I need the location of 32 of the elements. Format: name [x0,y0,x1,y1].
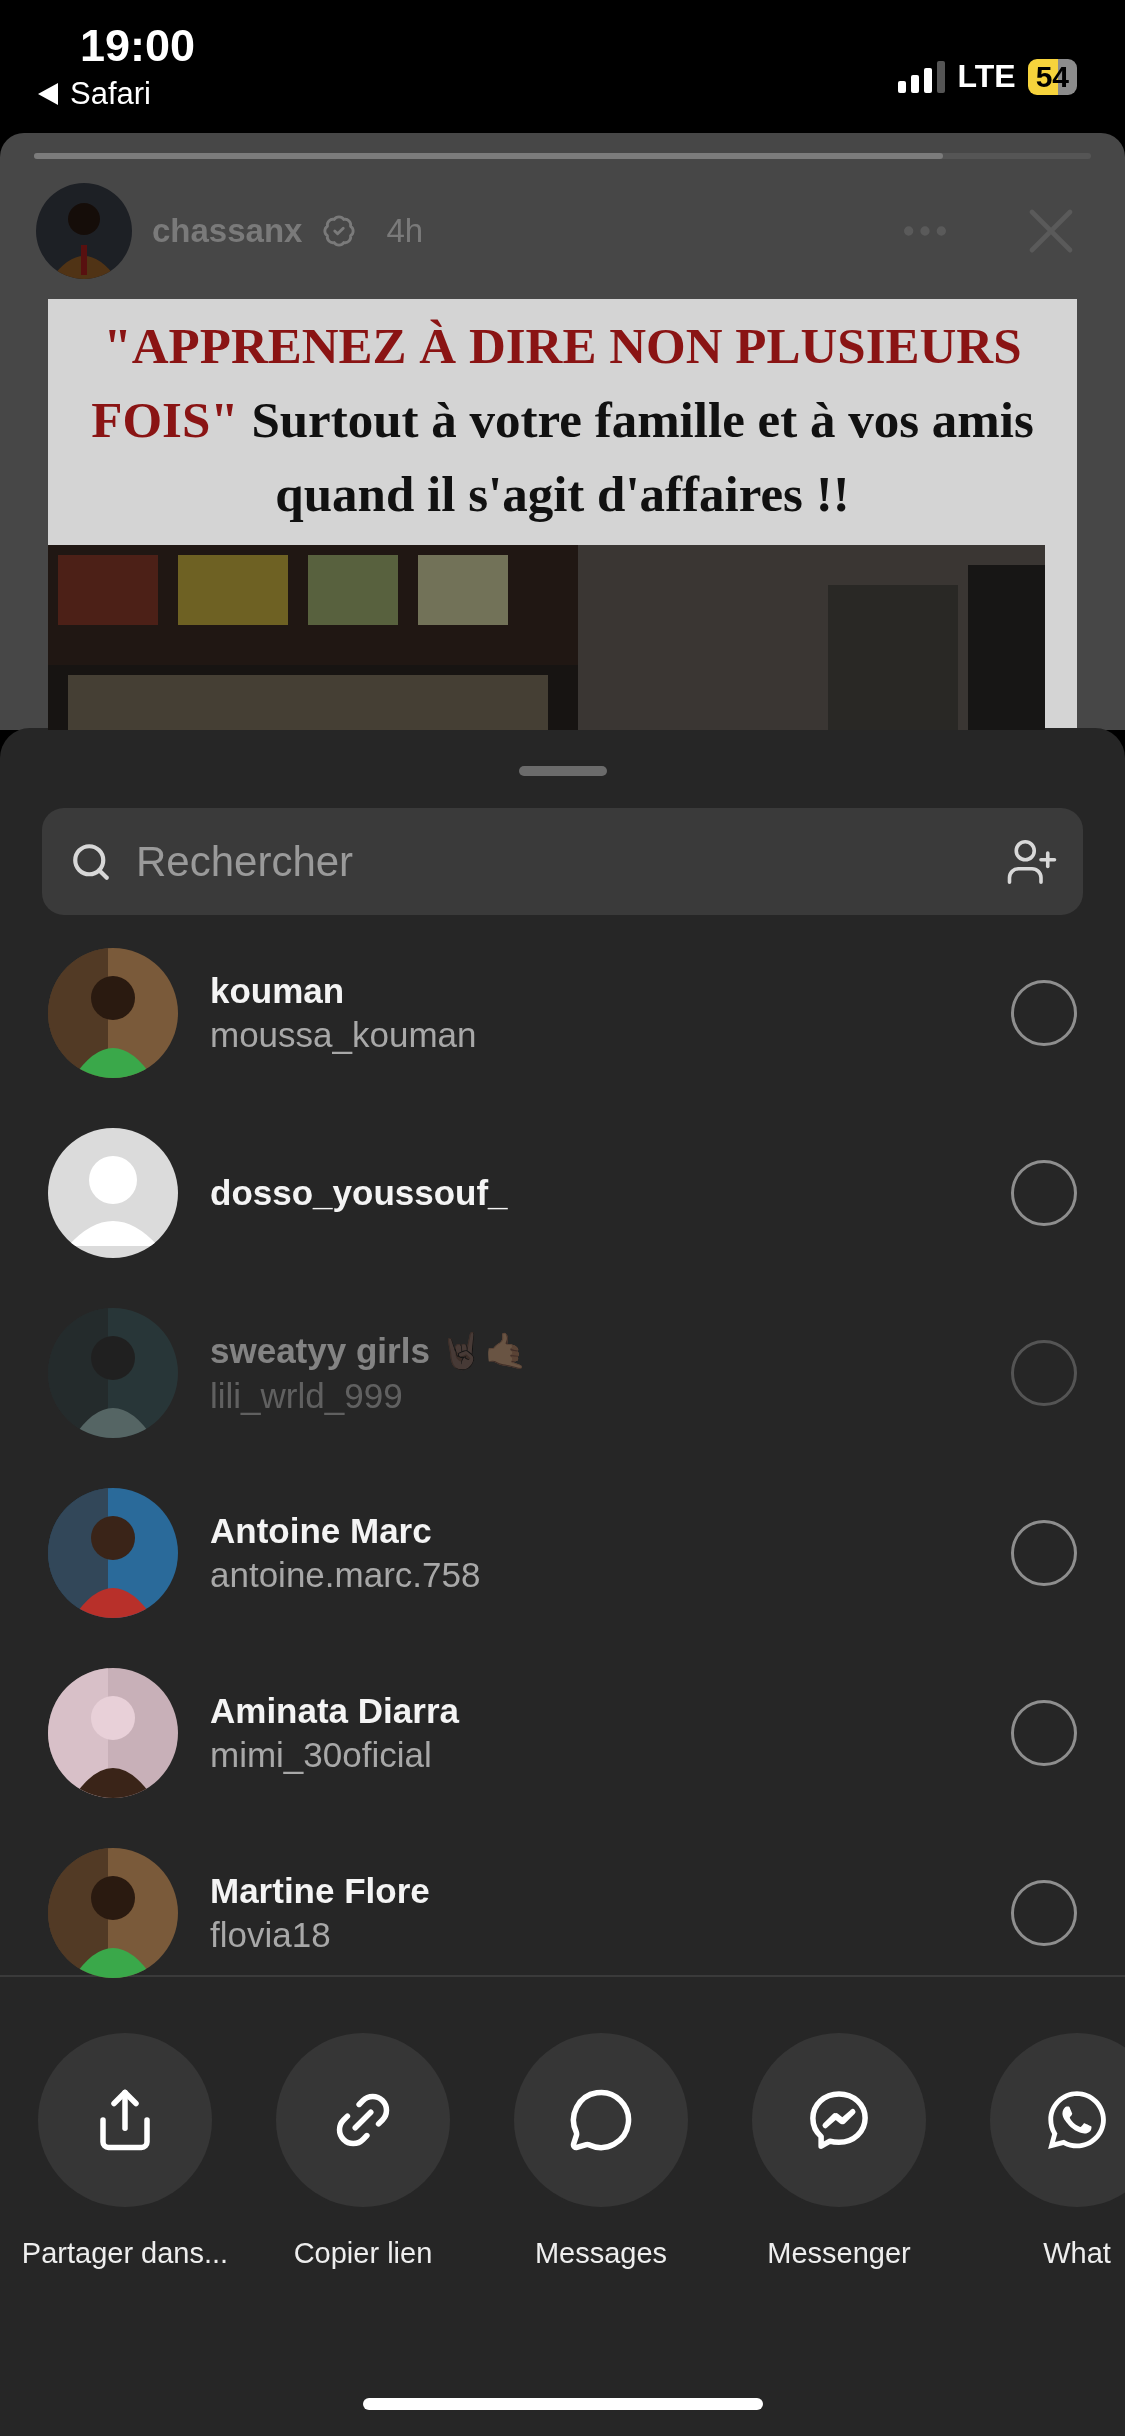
network-type: LTE [957,58,1016,95]
signal-icon [897,60,946,93]
select-radio[interactable] [1011,1700,1077,1766]
search-field[interactable]: Rechercher [42,808,1083,915]
contact-name: Aminata Diarra [210,1691,461,1731]
contact-name: kouman [210,971,346,1011]
share-target-label: What [1043,2237,1111,2270]
search-input[interactable]: Rechercher [134,836,983,887]
sheet-grabber[interactable] [518,766,607,776]
speech-bubble-icon [568,2087,634,2153]
contact-username: lili_wrld_999 [210,1375,404,1416]
select-radio[interactable] [1011,1880,1077,1946]
share-target-label: Partager dans... [21,2237,229,2270]
contact-username: antoine.marc.758 [210,1555,482,1595]
status-time: 19:00 [80,20,196,72]
select-radio[interactable] [1011,1520,1077,1586]
story-headline: "APPRENEZ À DIRE NON PLUSIEURS FOIS" Surtout à votre famille et à vos amis quand il s'agit d'affaires !! [90,317,1035,524]
select-radio[interactable] [1011,980,1077,1046]
contact-username: moussa_kouman [210,1015,478,1055]
battery-level: 54 [1027,58,1077,95]
share-target-label: Messenger [767,2237,911,2270]
share-target-label: Messages [534,2237,668,2270]
share-target-label: Copier lien [293,2237,433,2270]
back-arrow-icon [36,81,60,107]
contact-name: dosso_youssouf_ [210,1173,509,1213]
contact-name: Antoine Marc [210,1511,433,1551]
back-to-safari-link[interactable]: Safari [36,76,196,112]
contact-username: flovia18 [210,1915,332,1955]
select-radio[interactable] [1011,1160,1077,1226]
contact-name: sweatyy girls 🤘🏿🤙🏽 [210,1330,529,1372]
contact-username: mimi_30oficial [210,1735,433,1775]
contact-name: Martine Flore [210,1871,431,1911]
